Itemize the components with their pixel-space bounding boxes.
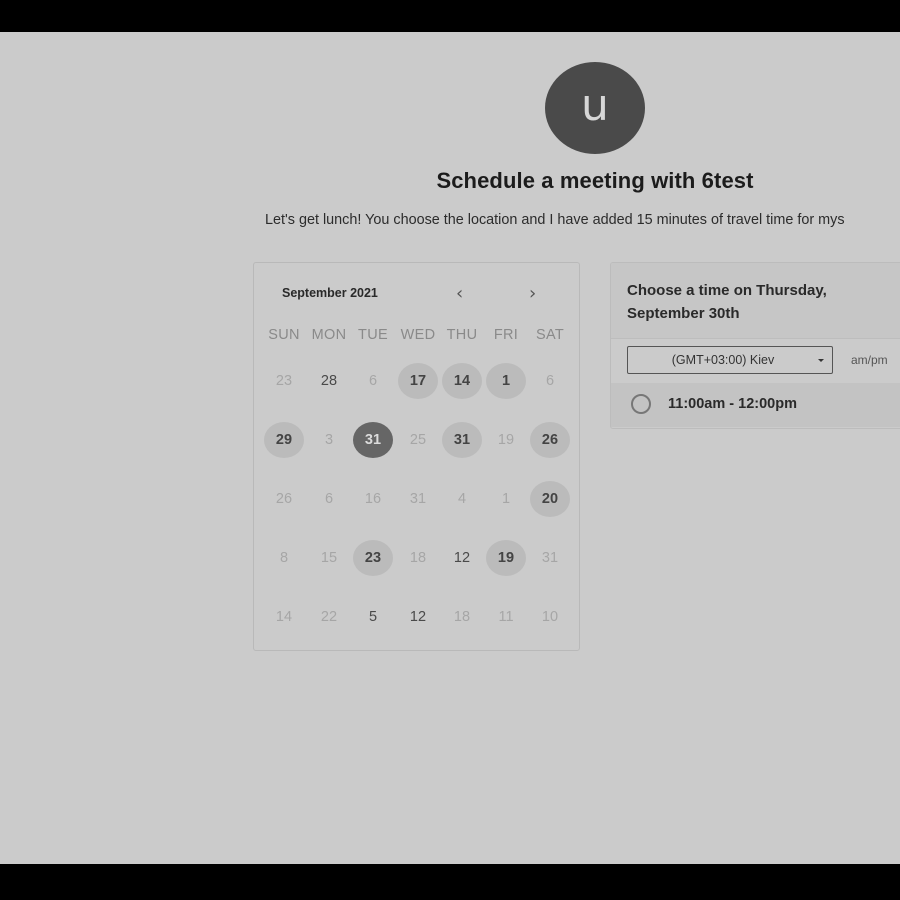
calendar-day: 19 [497,432,515,448]
calendar-day[interactable]: 17 [398,363,438,399]
weekday-label: MON [311,327,347,343]
calendar-day: 22 [320,609,338,625]
calendar-day[interactable]: 31 [442,422,482,458]
calendar-day: 18 [453,609,471,625]
time-slot-label: 11:00am - 12:00pm [668,396,797,412]
calendar-day[interactable]: 23 [353,540,393,576]
weekday-label: THU [446,327,478,343]
host-avatar: u [545,62,645,154]
time-picker-panel: Choose a time on Thursday, September 30t… [610,262,900,429]
calendar-day[interactable]: 19 [486,540,526,576]
weekday-label: SUN [268,327,300,343]
meeting-description: Let's get lunch! You choose the location… [265,212,845,228]
calendar-day: 12 [409,609,427,625]
calendar-month-label: September 2021 [282,286,378,300]
calendar-day: 31 [409,491,427,507]
caret-down-icon [818,359,824,362]
calendar-day: 3 [324,432,334,448]
calendar-day: 8 [279,550,289,566]
calendar-day[interactable]: 1 [486,363,526,399]
weekday-label: SAT [535,327,565,343]
weekday-label: TUE [358,327,388,343]
ampm-toggle[interactable]: am/pm [851,353,888,367]
calendar-day: 31 [541,550,559,566]
calendar-day: 1 [501,491,511,507]
calendar-day: 15 [320,550,338,566]
calendar-day: 14 [275,609,293,625]
calendar-day: 6 [324,491,334,507]
page-title: Schedule a meeting with 6test [436,168,754,193]
date-picker-calendar: September 2021 ‹ › SUN MON TUE WED THU FRI SAT… [253,262,580,651]
time-panel-header: Choose a time on Thursday, September 30t… [611,263,900,339]
calendar-day: 5 [368,609,378,625]
chevron-right-icon[interactable]: › [529,283,536,304]
calendar-day: 28 [320,373,338,389]
booking-page: u Schedule a meeting with 6test Let's ge… [0,32,900,864]
calendar-day[interactable]: 14 [442,363,482,399]
calendar-day-selected[interactable]: 31 [353,422,393,458]
timezone-value: (GMT+03:00) Kiev [671,353,775,367]
time-slot[interactable]: 11:00am - 12:00pm [611,383,900,427]
calendar-day: 16 [364,491,382,507]
radio-button-icon[interactable] [631,394,651,414]
calendar-day: 25 [409,432,427,448]
weekday-label: FRI [493,327,519,343]
calendar-day: 6 [368,373,378,389]
avatar-letter: u [581,79,609,131]
time-panel-title: Choose a time on Thursday, September 30t… [627,282,827,322]
calendar-day: 6 [545,373,555,389]
calendar-day[interactable]: 29 [264,422,304,458]
calendar-day: 11 [498,609,514,625]
calendar-day[interactable]: 20 [530,481,570,517]
calendar-day[interactable]: 26 [530,422,570,458]
calendar-day: 10 [541,609,559,625]
calendar-day: 26 [275,491,293,507]
calendar-day: 18 [409,550,427,566]
calendar-day: 12 [453,550,471,566]
weekday-label: WED [400,327,436,343]
chevron-left-icon[interactable]: ‹ [456,283,463,304]
calendar-day: 23 [275,373,293,389]
timezone-select[interactable]: (GMT+03:00) Kiev [627,346,833,374]
calendar-day: 4 [457,491,467,507]
